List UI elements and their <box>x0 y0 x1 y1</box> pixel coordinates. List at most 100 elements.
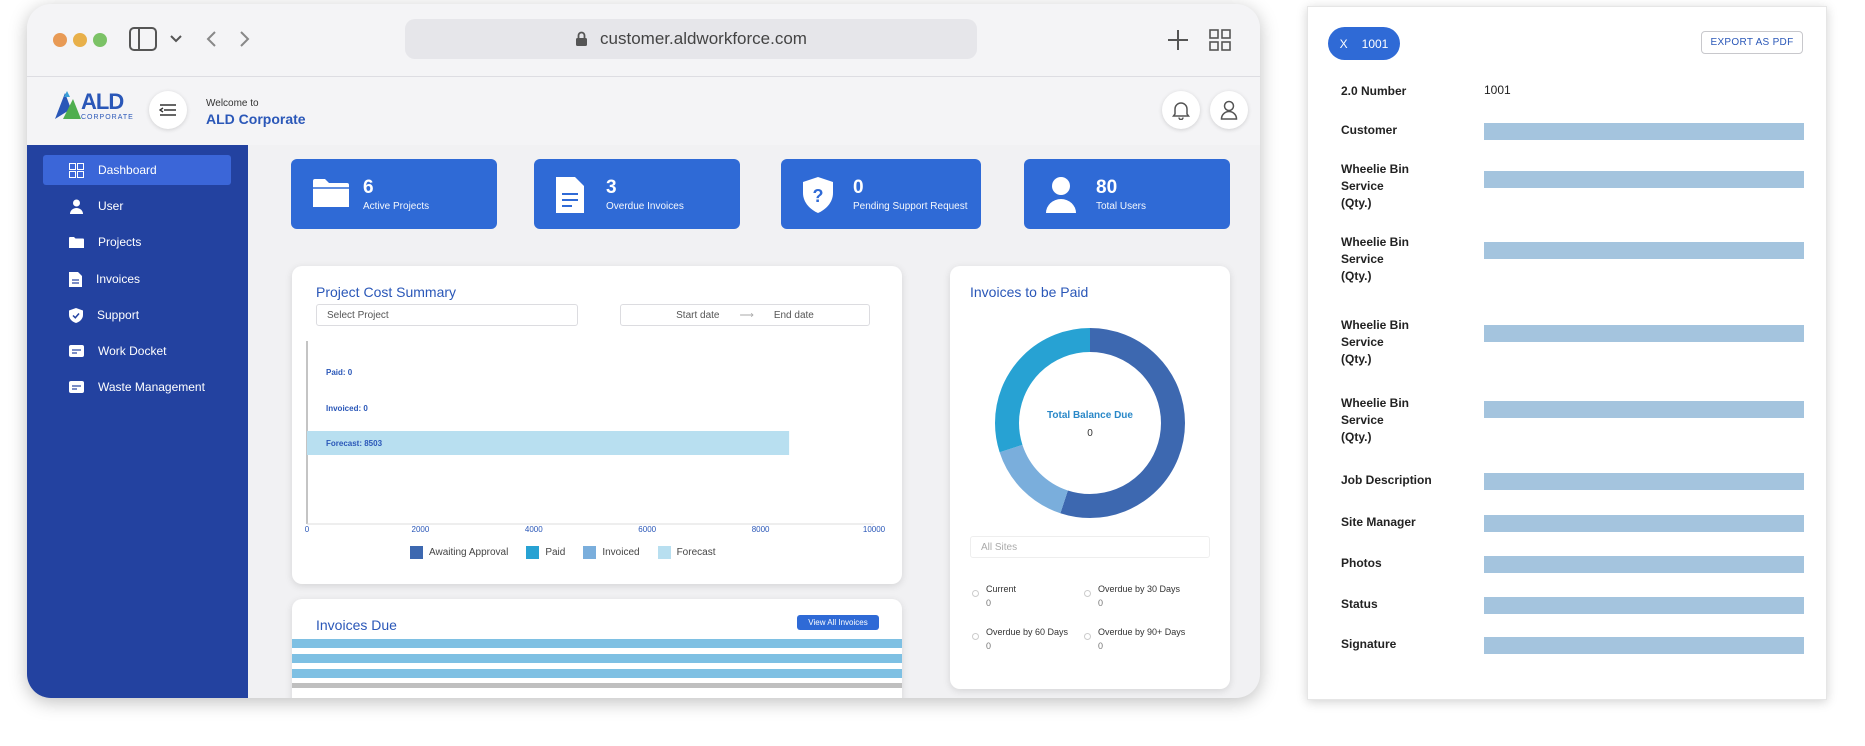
browser-toolbar: customer.aldworkforce.com <box>27 4 1260 77</box>
field-value-bar <box>1484 556 1804 573</box>
aging-value: 0 <box>1098 598 1104 608</box>
close-window-button[interactable] <box>53 33 67 47</box>
folder-icon <box>313 179 349 207</box>
record-id-pill[interactable]: X 1001 <box>1328 27 1400 60</box>
sidebar-item-work-docket[interactable]: Work Docket <box>43 336 231 366</box>
aging-label: Overdue by 90+ Days <box>1098 627 1186 637</box>
field-value-bar <box>1484 515 1804 532</box>
sidebar-item-invoices[interactable]: Invoices <box>43 264 231 294</box>
invoices-to-be-paid-card: Invoices to be Paid Total Balance Due 0 … <box>950 266 1230 689</box>
field-label: Wheelie Bin Service (Qty.) <box>1341 396 1410 444</box>
lock-icon <box>576 31 588 46</box>
select-project-dropdown[interactable]: Select Project <box>316 304 578 326</box>
stat-value: 0 <box>853 177 864 198</box>
company-name: ALD Corporate <box>206 111 306 127</box>
field-label: Status <box>1341 597 1378 611</box>
stat-label: Pending Support Request <box>853 201 968 212</box>
bar-data-label: Paid: 0 <box>326 368 353 377</box>
sidebar-item-label: Invoices <box>96 272 141 286</box>
stat-label: Overdue Invoices <box>606 201 684 212</box>
ald-logo[interactable]: ALD CORPORATE <box>51 87 133 127</box>
welcome-label: Welcome to <box>206 98 259 109</box>
stat-card-active-projects[interactable]: 6 Active Projects <box>291 159 497 229</box>
user-icon <box>70 199 83 214</box>
logo-mark-icon <box>55 91 81 119</box>
field-label: Wheelie Bin Service (Qty.) <box>1341 162 1410 210</box>
tab-overview-icon[interactable] <box>1209 29 1231 51</box>
sidebar-item-waste-management[interactable]: Waste Management <box>43 372 231 402</box>
field-label: Wheelie Bin Service (Qty.) <box>1341 318 1410 366</box>
arrow-right-icon: ⟶ <box>739 309 754 321</box>
field-value-bar <box>1484 401 1804 418</box>
svg-text:?: ? <box>813 186 824 206</box>
card-title: Invoices to be Paid <box>970 284 1089 300</box>
minimize-window-button[interactable] <box>73 33 87 47</box>
aging-value: 0 <box>1098 641 1104 651</box>
donut-center-value: 0 <box>1087 428 1093 439</box>
aging-legend-current: Current 0 <box>972 584 1016 608</box>
forward-icon[interactable] <box>239 30 251 48</box>
maximize-window-button[interactable] <box>93 33 107 47</box>
date-range-picker[interactable]: Start date ⟶ End date <box>620 304 870 326</box>
user-icon <box>1220 100 1238 120</box>
sidebar-item-projects[interactable]: Projects <box>43 227 231 257</box>
stat-card-pending-support[interactable]: ? 0 Pending Support Request <box>781 159 981 229</box>
close-icon[interactable]: X <box>1340 37 1348 51</box>
document-icon <box>556 177 584 213</box>
legend-label: Paid <box>545 547 566 558</box>
end-date: End date <box>773 309 814 321</box>
table-row[interactable] <box>292 654 902 663</box>
stat-card-total-users[interactable]: 80 Total Users <box>1024 159 1230 229</box>
sidebar-item-label: User <box>98 199 124 213</box>
stat-value: 3 <box>606 177 617 198</box>
sidebar-toggle-icon[interactable] <box>129 27 157 51</box>
balance-donut-chart: Total Balance Due 0 <box>995 328 1185 518</box>
document-icon <box>69 271 82 287</box>
sidebar-item-dashboard[interactable]: Dashboard <box>43 155 231 185</box>
view-all-invoices-button[interactable]: View All Invoices <box>797 615 879 630</box>
radio-icon <box>1084 590 1091 597</box>
chevron-down-icon[interactable] <box>169 34 183 44</box>
shield-question-icon: ? <box>803 177 833 213</box>
sidebar-item-user[interactable]: User <box>43 191 231 221</box>
folder-icon <box>69 236 84 248</box>
card-icon <box>69 345 84 357</box>
field-label: Wheelie Bin Service (Qty.) <box>1341 235 1410 283</box>
sidebar-item-support[interactable]: Support <box>43 300 231 330</box>
back-icon[interactable] <box>205 30 217 48</box>
field-value: 1001 <box>1484 83 1511 97</box>
legend-awaiting-approval: Awaiting Approval <box>410 546 508 559</box>
profile-button[interactable] <box>1210 91 1248 129</box>
invoice-detail-panel: X 1001 EXPORT AS PDF 2.0 Number 1001 Cus… <box>1307 6 1827 700</box>
table-row[interactable] <box>292 639 902 648</box>
new-tab-icon[interactable] <box>1167 29 1189 51</box>
field-value-bar <box>1484 242 1804 259</box>
url-text: customer.aldworkforce.com <box>600 29 807 48</box>
radio-icon <box>972 633 979 640</box>
aging-legend-90-days: Overdue by 90+ Days 0 <box>1084 627 1186 651</box>
menu-toggle-button[interactable] <box>149 91 187 129</box>
grid-icon <box>69 162 84 178</box>
menu-icon <box>159 104 176 116</box>
x-tick-label: 8000 <box>752 525 770 534</box>
export-pdf-button[interactable]: EXPORT AS PDF <box>1701 31 1803 54</box>
app-header: ALD CORPORATE Welcome to ALD Corporate <box>27 77 1260 145</box>
table-row[interactable] <box>292 669 902 678</box>
table-row[interactable] <box>292 683 902 688</box>
field-value-bar <box>1484 123 1804 140</box>
stat-card-overdue-invoices[interactable]: 3 Overdue Invoices <box>534 159 740 229</box>
shield-icon <box>69 307 83 323</box>
user-icon <box>1046 177 1076 213</box>
button-label: View All Invoices <box>808 618 868 627</box>
x-tick-label: 4000 <box>525 525 543 534</box>
radio-icon <box>1084 633 1091 640</box>
field-value-bar <box>1484 171 1804 188</box>
address-bar[interactable]: customer.aldworkforce.com <box>405 19 977 59</box>
invoices-due-card: Invoices Due View All Invoices <box>292 599 902 698</box>
x-tick-label: 6000 <box>638 525 656 534</box>
legend-label: Invoiced <box>602 547 640 558</box>
bar-data-label: Invoiced: 0 <box>326 404 368 413</box>
notifications-button[interactable] <box>1162 91 1200 129</box>
x-tick-label: 10000 <box>863 525 886 534</box>
sites-dropdown[interactable]: All Sites <box>970 536 1210 558</box>
